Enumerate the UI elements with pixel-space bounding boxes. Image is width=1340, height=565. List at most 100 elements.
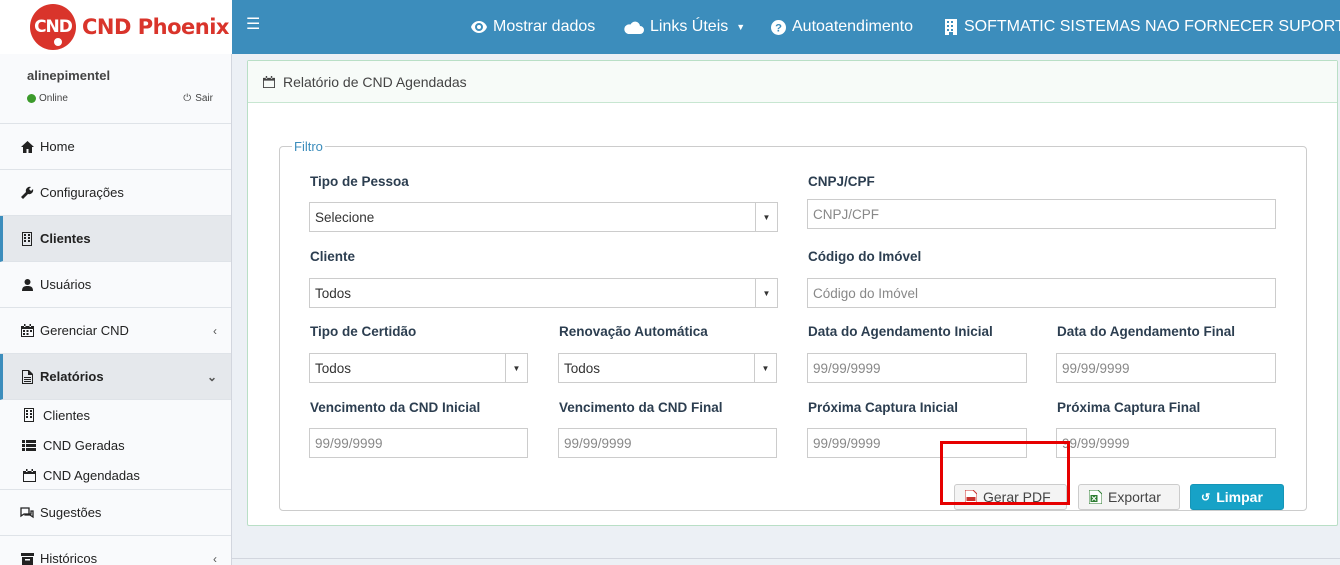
submenu-item-label: Clientes bbox=[43, 407, 90, 423]
logo-mark-icon bbox=[52, 36, 64, 48]
prox-fim-label: Próxima Captura Final bbox=[1057, 400, 1201, 415]
wrench-icon bbox=[20, 186, 34, 199]
sidebar-item-sugestoes[interactable]: Sugestões bbox=[0, 490, 231, 536]
venc-ini-input[interactable]: 99/99/9999 bbox=[309, 428, 528, 458]
renovacao-label: Renovação Automática bbox=[559, 324, 708, 339]
tipo-pessoa-value: Selecione bbox=[315, 209, 375, 225]
codigo-imovel-label: Código do Imóvel bbox=[808, 249, 922, 264]
cnpj-cpf-input[interactable]: CNPJ/CPF bbox=[807, 199, 1276, 229]
user-panel: alinepimentel Online ⏻ Sair bbox=[0, 54, 231, 124]
submenu-item-label: CND Agendadas bbox=[43, 467, 140, 483]
data-ag-ini-input[interactable]: 99/99/9999 bbox=[807, 353, 1027, 383]
data-ag-ini-label: Data do Agendamento Inicial bbox=[808, 324, 993, 339]
chevron-down-icon: ⌄ bbox=[206, 369, 217, 384]
page-title: Relatório de CND Agendadas bbox=[283, 73, 467, 90]
comments-icon bbox=[20, 506, 34, 519]
box-header: Relatório de CND Agendadas bbox=[248, 61, 1337, 103]
nav-links-uteis[interactable]: Links Úteis ▼ bbox=[624, 18, 745, 36]
tipo-pessoa-select[interactable]: Selecione ▼ bbox=[309, 202, 778, 232]
user-name: alinepimentel bbox=[27, 68, 111, 83]
brand-name: CND Phoenix bbox=[82, 15, 229, 39]
limpar-label: Limpar bbox=[1216, 489, 1263, 505]
brand-logo[interactable]: CND CND Phoenix bbox=[0, 0, 232, 54]
venc-fim-placeholder: 99/99/9999 bbox=[564, 435, 632, 451]
tipo-certidao-label: Tipo de Certidão bbox=[310, 324, 417, 339]
building-icon bbox=[22, 408, 36, 422]
sidebar-item-label: Home bbox=[40, 139, 75, 154]
submenu-item-cnd-agendadas[interactable]: CND Agendadas bbox=[22, 460, 231, 490]
prox-ini-placeholder: 99/99/9999 bbox=[813, 435, 881, 451]
logo-badge: CND bbox=[30, 4, 76, 50]
cliente-select[interactable]: Todos ▼ bbox=[309, 278, 778, 308]
logout-link[interactable]: ⏻ Sair bbox=[183, 93, 213, 104]
online-dot-icon bbox=[27, 94, 36, 103]
calendar-icon bbox=[22, 468, 36, 482]
data-ag-fim-placeholder: 99/99/9999 bbox=[1062, 360, 1130, 376]
sidebar-item-relatorios[interactable]: Relatórios ⌄ bbox=[0, 354, 231, 400]
sidebar-item-gerenciar-cnd[interactable]: Gerenciar CND ‹ bbox=[0, 308, 231, 354]
nav-autoatendimento[interactable]: ? Autoatendimento bbox=[771, 18, 913, 36]
excel-icon bbox=[1089, 490, 1102, 504]
data-ag-ini-placeholder: 99/99/9999 bbox=[813, 360, 881, 376]
venc-fim-label: Vencimento da CND Final bbox=[559, 400, 723, 415]
submenu-item-cnd-geradas[interactable]: CND Geradas bbox=[22, 430, 231, 460]
sidebar-item-label: Sugestões bbox=[40, 505, 102, 520]
limpar-button[interactable]: ↺ Limpar bbox=[1190, 484, 1284, 510]
tipo-certidao-select[interactable]: Todos ▼ bbox=[309, 353, 528, 383]
sidebar-item-clientes[interactable]: Clientes bbox=[0, 216, 231, 262]
nav-company-menu[interactable]: SOFTMATIC SISTEMAS NAO FORNECER SUPORTE … bbox=[944, 18, 1340, 36]
data-ag-fim-input[interactable]: 99/99/9999 bbox=[1056, 353, 1276, 383]
cnpj-cpf-label: CNPJ/CPF bbox=[808, 174, 875, 189]
nav-company-label: SOFTMATIC SISTEMAS NAO FORNECER SUPORTE bbox=[964, 18, 1340, 35]
eraser-icon: ↺ bbox=[1201, 491, 1211, 504]
logout-label: Sair bbox=[195, 93, 213, 104]
prox-ini-label: Próxima Captura Inicial bbox=[808, 400, 959, 415]
cnpj-cpf-placeholder: CNPJ/CPF bbox=[813, 206, 880, 222]
venc-ini-placeholder: 99/99/9999 bbox=[315, 435, 383, 451]
power-icon: ⏻ bbox=[183, 93, 192, 104]
sidebar-item-home[interactable]: Home bbox=[0, 124, 231, 170]
sidebar-item-historicos[interactable]: Históricos ‹ bbox=[0, 536, 231, 565]
exportar-label: Exportar bbox=[1108, 489, 1161, 505]
caret-down-icon: ▼ bbox=[505, 354, 527, 382]
caret-down-icon: ▼ bbox=[736, 22, 746, 32]
calendar-icon bbox=[263, 75, 275, 88]
caret-down-icon: ▼ bbox=[755, 279, 777, 307]
venc-fim-input[interactable]: 99/99/9999 bbox=[558, 428, 777, 458]
submenu-item-clientes[interactable]: Clientes bbox=[22, 400, 231, 430]
filter-legend: Filtro bbox=[294, 139, 323, 154]
list-icon bbox=[22, 439, 36, 451]
building-icon bbox=[20, 231, 34, 246]
codigo-imovel-placeholder: Código do Imóvel bbox=[813, 285, 919, 301]
home-icon bbox=[20, 140, 34, 153]
report-box: Relatório de CND Agendadas Filtro Tipo d… bbox=[247, 60, 1338, 526]
prox-fim-placeholder: 99/99/9999 bbox=[1062, 435, 1130, 451]
user-icon bbox=[20, 278, 34, 291]
building-icon bbox=[945, 19, 957, 35]
prox-fim-input[interactable]: 99/99/9999 bbox=[1056, 428, 1276, 458]
sidebar: alinepimentel Online ⏻ Sair Home Configu… bbox=[0, 54, 232, 565]
renovacao-select[interactable]: Todos ▼ bbox=[558, 353, 777, 383]
sidebar-item-configuracoes[interactable]: Configurações bbox=[0, 170, 231, 216]
sidebar-item-label: Gerenciar CND bbox=[40, 323, 129, 338]
calendar-icon bbox=[20, 324, 34, 337]
exportar-button[interactable]: Exportar bbox=[1078, 484, 1180, 510]
codigo-imovel-input[interactable]: Código do Imóvel bbox=[807, 278, 1276, 308]
filter-fieldset: Filtro Tipo de Pessoa Selecione ▼ CNPJ/C… bbox=[279, 139, 1307, 511]
cliente-label: Cliente bbox=[310, 249, 356, 264]
tipo-certidao-value: Todos bbox=[315, 360, 352, 376]
cloud-icon bbox=[624, 21, 644, 34]
eye-icon bbox=[471, 21, 487, 33]
chevron-left-icon: ‹ bbox=[213, 323, 217, 338]
tipo-pessoa-label: Tipo de Pessoa bbox=[310, 174, 409, 189]
footer-divider bbox=[232, 558, 1340, 559]
caret-down-icon: ▼ bbox=[754, 354, 776, 382]
hamburger-icon[interactable]: ☰ bbox=[246, 17, 260, 33]
sidebar-item-label: Históricos bbox=[40, 551, 98, 565]
sidebar-item-usuarios[interactable]: Usuários bbox=[0, 262, 231, 308]
nav-mostrar-dados[interactable]: Mostrar dados bbox=[471, 18, 595, 36]
renovacao-value: Todos bbox=[564, 360, 601, 376]
file-icon bbox=[20, 369, 34, 384]
top-navbar: ☰ Mostrar dados Links Úteis ▼ ? Autoaten… bbox=[232, 0, 1340, 54]
sidebar-item-label: Relatórios bbox=[40, 369, 104, 384]
